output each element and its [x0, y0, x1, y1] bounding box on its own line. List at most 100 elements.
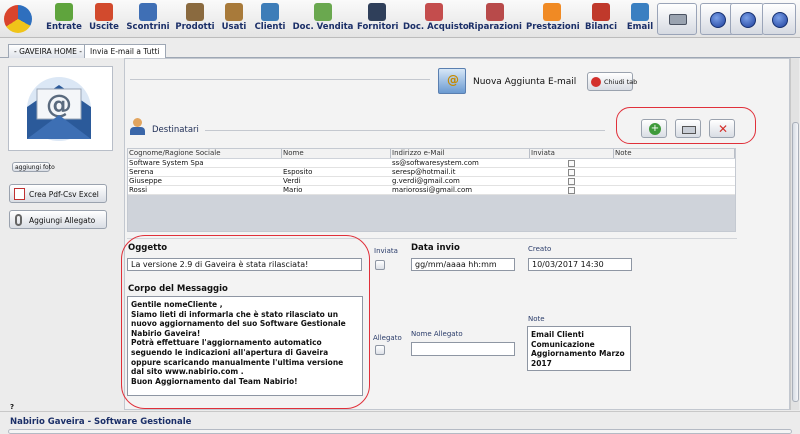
printer-button[interactable] — [657, 3, 697, 35]
toolbar-item-3[interactable]: Prodotti — [173, 0, 217, 38]
col-header-name[interactable]: Nome — [282, 149, 391, 158]
tab-home[interactable]: - GAVEIRA HOME - — [8, 44, 88, 58]
col-header-surname[interactable]: Cognome/Ragione Sociale — [128, 149, 282, 158]
toolbar-item-6[interactable]: Doc. Vendita — [292, 0, 354, 38]
toolbar-item-1[interactable]: Uscite — [86, 0, 122, 38]
cell-email: seresp@hotmail.it — [392, 168, 456, 176]
add-photo-button[interactable]: aggiungi foto — [12, 162, 55, 172]
recipients-title: Destinatari — [152, 125, 199, 135]
cell-email: ss@softwaresystem.com — [392, 159, 479, 167]
notes-line: Email Clienti — [531, 330, 584, 339]
notes-textarea[interactable]: Email Clienti Comunicazione Aggiornamento … — [527, 326, 631, 371]
col-header-notes[interactable]: Note — [614, 149, 735, 158]
email-envelope-icon: @ — [27, 77, 91, 141]
toolbar-item-0[interactable]: Entrate — [46, 0, 82, 38]
cell-email: mariorossi@gmail.com — [392, 186, 473, 194]
toolbar-item-7[interactable]: Fornitori — [357, 0, 399, 38]
notes-line: 2017 — [531, 358, 552, 368]
toolbar-icon-3 — [186, 3, 204, 21]
attach-button-label: Aggiungi Allegato — [29, 216, 96, 225]
send-date-input[interactable]: gg/mm/aaaa hh:mm — [411, 258, 515, 271]
col-header-sent[interactable]: Inviata — [530, 149, 614, 158]
notes-label: Note — [528, 315, 545, 323]
add-attachment-button[interactable]: Aggiungi Allegato — [9, 210, 107, 229]
attachment-checkbox[interactable] — [375, 345, 385, 355]
toolbar-item-5[interactable]: Clienti — [254, 0, 286, 38]
main-toolbar: Entrate Uscite Scontrini Prodotti Usati Clien… — [0, 0, 800, 38]
cell-surname: Serena — [129, 168, 154, 176]
toolbar-label-5: Clienti — [254, 22, 286, 32]
header-email-icon: @ — [438, 68, 466, 94]
table-row[interactable]: Giuseppe Verdi g.verdi@gmail.com — [128, 177, 735, 186]
app-logo — [4, 5, 32, 33]
attachment-name-label: Nome Allegato — [411, 330, 463, 338]
sent-cell-checkbox[interactable] — [568, 178, 575, 185]
pdf-button-label: Crea Pdf-Csv Excel — [29, 190, 99, 199]
toolbar-item-10[interactable]: Prestazioni — [526, 0, 580, 38]
close-tab-button[interactable]: Chiudi tab — [587, 72, 637, 91]
header-divider — [130, 79, 430, 80]
table-row[interactable]: Rossi Mario mariorossi@gmail.com — [128, 186, 735, 195]
paperclip-icon — [15, 214, 22, 226]
toolbar-item-9[interactable]: Riparazioni — [467, 0, 523, 38]
toolbar-icon-7 — [368, 3, 386, 21]
scrollbar-thumb[interactable] — [792, 122, 799, 402]
contact-photo: @ — [8, 66, 113, 151]
sidebar: @ aggiungi foto Crea Pdf-Csv Excel Aggiu… — [0, 58, 118, 408]
notes-line: Aggiornamento Marzo — [531, 349, 625, 359]
minimize-icon — [740, 12, 756, 28]
attachment-label: Allegato — [373, 334, 402, 342]
toolbar-icon-11 — [592, 3, 610, 21]
printer-icon — [669, 14, 687, 25]
cell-email: g.verdi@gmail.com — [392, 177, 460, 185]
cell-name — [282, 159, 391, 168]
tab-send-email[interactable]: Invia E-mail a Tutti — [84, 44, 166, 58]
toolbar-icon-9 — [486, 3, 504, 21]
toolbar-item-2[interactable]: Scontrini — [126, 0, 170, 38]
toolbar-item-12[interactable]: Email — [624, 0, 656, 38]
attachment-name-input[interactable] — [411, 342, 515, 356]
toolbar-icon-12 — [631, 3, 649, 21]
sent-cell-checkbox[interactable] — [568, 187, 575, 194]
toolbar-label-10: Prestazioni — [526, 22, 580, 32]
cell-surname: Giuseppe — [129, 177, 162, 185]
power-button[interactable] — [762, 3, 796, 35]
toolbar-item-4[interactable]: Usati — [221, 0, 247, 38]
toolbar-item-8[interactable]: Doc. Acquisto — [403, 0, 469, 38]
recipients-icon — [128, 118, 148, 136]
created-label: Creato — [528, 245, 552, 253]
table-row[interactable]: Software System Spa ss@softwaresystem.com — [128, 159, 735, 168]
status-marker: ? — [10, 403, 15, 411]
notes-line: Comunicazione — [531, 339, 595, 349]
toolbar-label-7: Fornitori — [357, 22, 399, 32]
toolbar-label-12: Email — [626, 22, 654, 32]
sent-checkbox[interactable] — [375, 260, 385, 270]
minimize-button[interactable] — [730, 3, 764, 35]
vertical-scrollbar[interactable] — [790, 58, 799, 410]
close-tab-label: Chiudi tab — [604, 78, 638, 86]
toolbar-label-8: Doc. Acquisto — [403, 22, 469, 32]
power-icon — [772, 12, 788, 28]
sent-cell-checkbox[interactable] — [568, 160, 575, 167]
cell-name: Verdi — [283, 177, 301, 185]
status-bar: Nabirio Gaveira - Software Gestionale — [0, 411, 800, 434]
toolbar-label-4: Usati — [221, 22, 247, 32]
toolbar-icon-10 — [543, 3, 561, 21]
sent-cell-checkbox[interactable] — [568, 169, 575, 176]
toolbar-label-3: Prodotti — [175, 22, 215, 32]
tab-bar: - GAVEIRA HOME - Invia E-mail a Tutti — [0, 40, 800, 58]
recipients-divider — [205, 130, 605, 131]
toolbar-label-11: Bilanci — [584, 22, 618, 32]
settings-button[interactable] — [700, 3, 734, 35]
status-progress-track — [8, 429, 792, 434]
toolbar-label-2: Scontrini — [126, 22, 170, 32]
create-pdf-csv-button[interactable]: Crea Pdf-Csv Excel — [9, 184, 107, 203]
gear-icon — [710, 12, 726, 28]
created-input[interactable]: 10/03/2017 14:30 — [528, 258, 632, 271]
toolbar-label-6: Doc. Vendita — [292, 22, 354, 32]
toolbar-item-11[interactable]: Bilanci — [584, 0, 618, 38]
col-header-email[interactable]: Indirizzo e-Mail — [391, 149, 530, 158]
recipients-table[interactable]: Cognome/Ragione Sociale Nome Indirizzo e… — [127, 148, 736, 232]
toolbar-icon-1 — [95, 3, 113, 21]
table-row[interactable]: Serena Esposito seresp@hotmail.it — [128, 168, 735, 177]
